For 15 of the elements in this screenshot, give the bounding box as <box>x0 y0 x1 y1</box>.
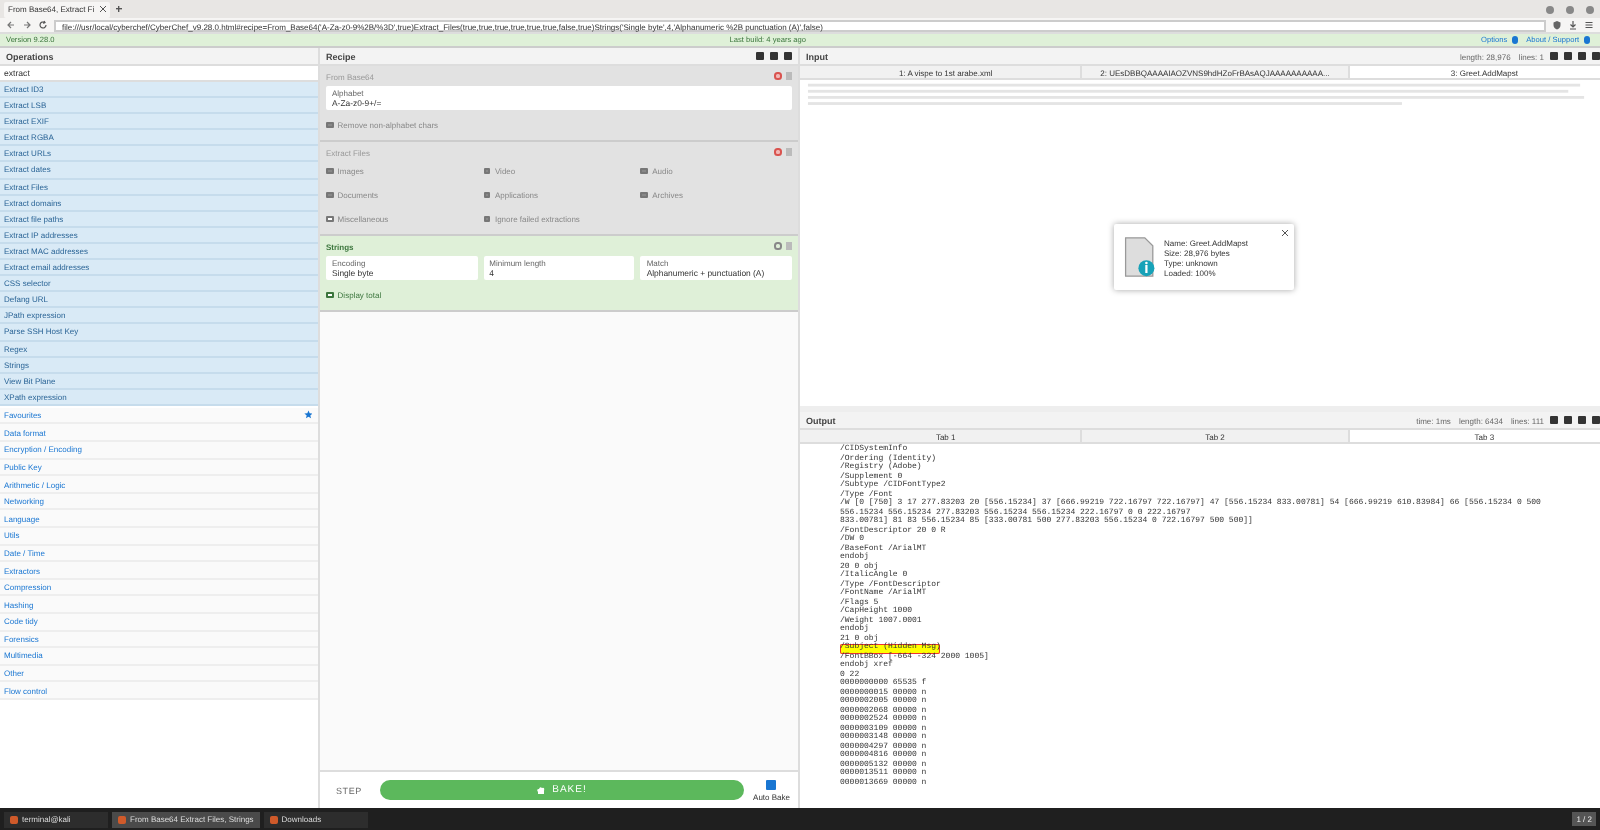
shield-icon[interactable] <box>1552 20 1562 30</box>
menu-icon[interactable] <box>1584 20 1594 30</box>
star-icon <box>303 410 312 420</box>
reload-icon[interactable] <box>38 20 48 30</box>
window-icon <box>10 815 18 823</box>
checkbox[interactable] <box>766 779 777 789</box>
checkbox[interactable] <box>326 291 334 299</box>
window-icon <box>269 815 278 823</box>
download-icon[interactable] <box>1568 20 1578 30</box>
back-icon[interactable] <box>6 20 16 30</box>
file-info-icon <box>1124 236 1156 278</box>
new-tab-icon[interactable] <box>116 6 123 12</box>
forward-icon[interactable] <box>22 20 32 30</box>
power-icon[interactable] <box>774 242 781 250</box>
window-icon <box>118 815 126 823</box>
